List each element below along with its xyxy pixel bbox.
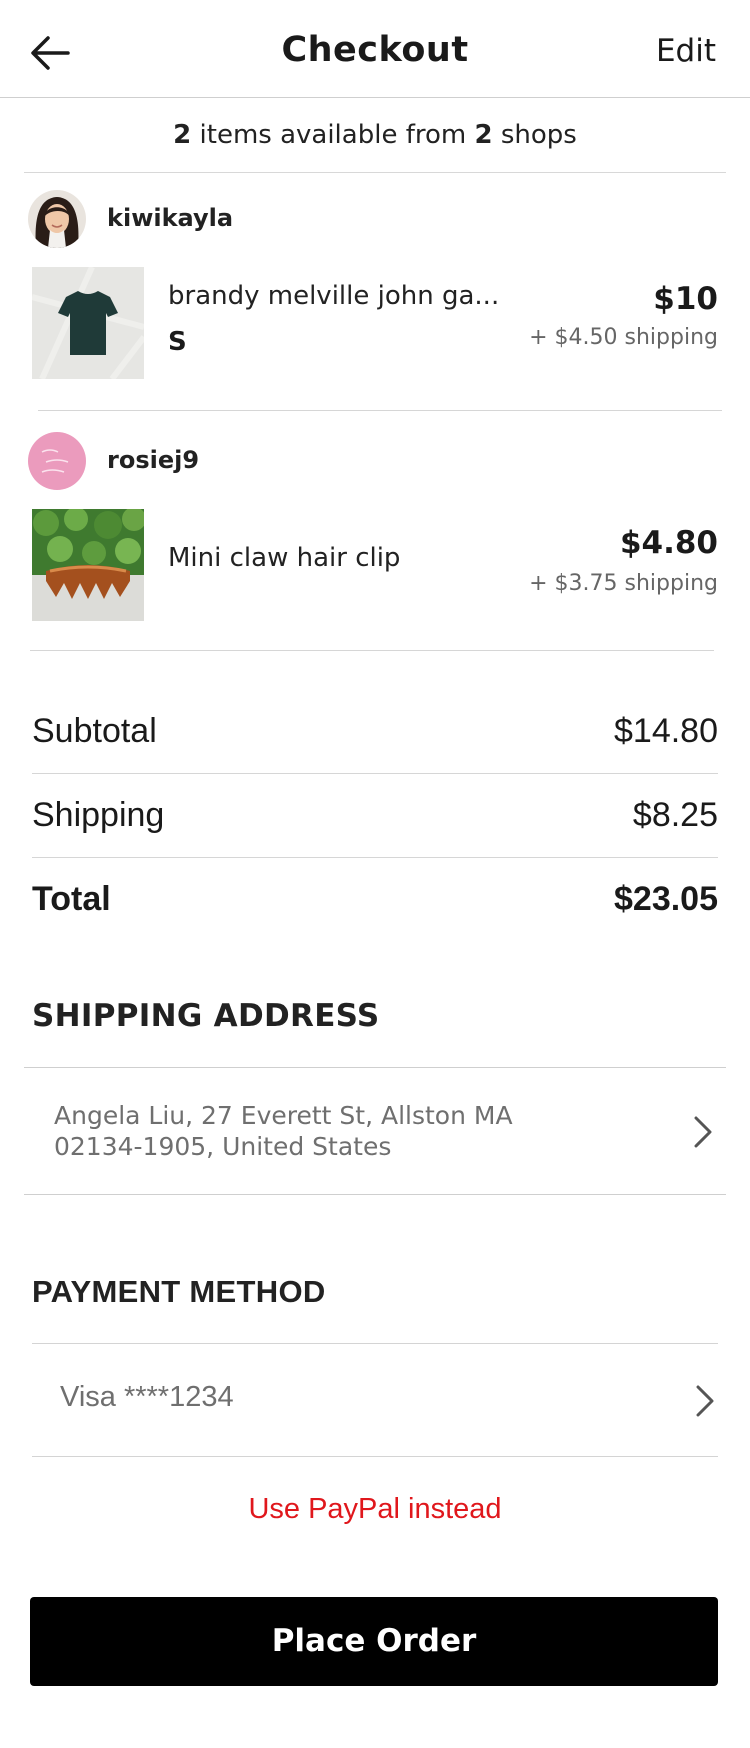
address-text: Angela Liu, 27 Everett St, Allston MA 02… — [54, 1100, 614, 1162]
cart-item[interactable]: Mini claw hair clip $4.80 + $3.75 shippi… — [28, 509, 722, 621]
item-size: S — [168, 327, 187, 357]
item-shipping: + $3.75 shipping — [529, 571, 718, 596]
chevron-right-icon — [696, 1385, 714, 1417]
shipping-value: $8.25 — [632, 796, 718, 834]
item-price: $10 — [653, 281, 718, 317]
items-summary: 2 items available from 2 shops — [24, 98, 726, 173]
shipping-label: Shipping — [32, 796, 165, 834]
address-line-2: 02134-1905, United States — [54, 1132, 392, 1161]
item-thumbnail — [32, 267, 144, 379]
shipping-row: Shipping $8.25 — [32, 774, 718, 858]
shop-header[interactable]: kiwikayla — [28, 190, 722, 250]
edit-button[interactable]: Edit — [656, 33, 716, 69]
shops-count: 2 — [474, 120, 493, 150]
place-order-button[interactable]: Place Order — [30, 1597, 718, 1686]
total-label: Total — [32, 880, 111, 918]
shop-header[interactable]: rosiej9 — [28, 432, 722, 492]
chevron-right-icon — [694, 1116, 712, 1148]
header: Checkout Edit — [0, 0, 750, 98]
total-value: $23.05 — [614, 880, 718, 918]
page-title: Checkout — [281, 30, 469, 70]
payment-method-row[interactable]: Visa ****1234 — [32, 1343, 718, 1457]
shop-name: rosiej9 — [107, 446, 200, 474]
divider — [30, 650, 714, 651]
shop-name: kiwikayla — [107, 204, 234, 232]
summary-mid-text: items available from — [199, 120, 467, 150]
subtotal-value: $14.80 — [614, 712, 718, 750]
item-thumbnail — [32, 509, 144, 621]
cart-item[interactable]: brandy melville john ga... S $10 + $4.50… — [28, 267, 722, 379]
shipping-address-row[interactable]: Angela Liu, 27 Everett St, Allston MA 02… — [24, 1067, 726, 1195]
use-paypal-link[interactable]: Use PayPal instead — [0, 1493, 750, 1526]
subtotal-row: Subtotal $14.80 — [32, 690, 718, 774]
shop-group-kiwikayla: kiwikayla brandy melville john ga... S $… — [28, 190, 722, 418]
item-title: brandy melville john ga... — [168, 281, 500, 311]
total-row: Total $23.05 — [32, 858, 718, 942]
avatar — [28, 432, 86, 490]
payment-method-title: PAYMENT METHOD — [32, 1274, 326, 1309]
items-count: 2 — [173, 120, 192, 150]
item-price: $4.80 — [619, 525, 718, 561]
shipping-address-title: SHIPPING ADDRESS — [32, 998, 380, 1034]
shop-group-rosiej9: rosiej9 Mini claw hair clip $4.80 + $3.7… — [28, 432, 722, 622]
summary-end-text: shops — [500, 120, 577, 150]
payment-card: Visa ****1234 — [60, 1381, 234, 1413]
avatar — [28, 190, 86, 248]
subtotal-label: Subtotal — [32, 712, 157, 750]
address-line-1: Angela Liu, 27 Everett St, Allston MA — [54, 1101, 513, 1130]
item-title: Mini claw hair clip — [168, 543, 401, 573]
item-shipping: + $4.50 shipping — [529, 325, 718, 350]
divider — [38, 410, 722, 411]
